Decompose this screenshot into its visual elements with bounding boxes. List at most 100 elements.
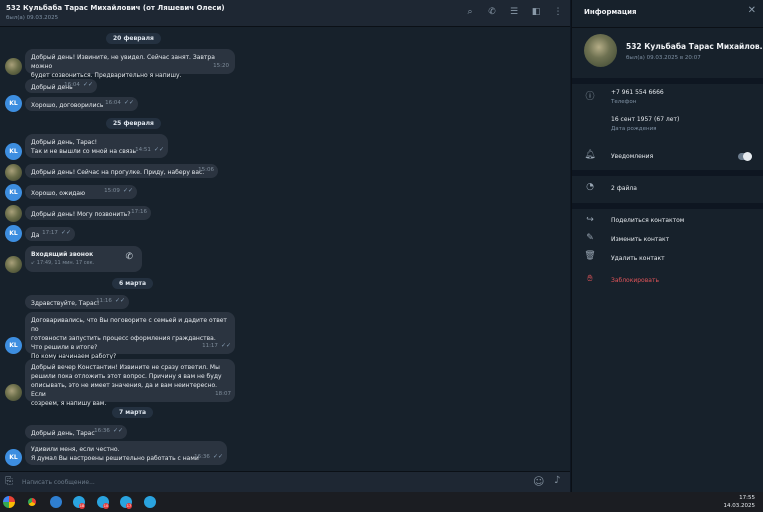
message-text: Добрый день! Сейчас на прогулке. Приду, … (31, 169, 205, 176)
date-separator: 20 февраля (106, 33, 161, 44)
profile-avatar[interactable] (584, 34, 617, 67)
avatar[interactable] (5, 58, 22, 75)
phone-label: Телефон (611, 99, 637, 105)
system-clock[interactable]: 17:55 14.03.2025 (724, 494, 756, 510)
chat-title[interactable]: 532 Кульбаба Тарас Михайлович (от Ляшеви… (6, 4, 225, 12)
message-bubble[interactable]: Хорошо, договорились 16:04 ✓✓ (25, 97, 138, 111)
avatar[interactable]: KL (5, 337, 22, 354)
microphone-icon[interactable]: ♪ (554, 475, 560, 486)
message-time: 15:20 (213, 63, 229, 69)
message-bubble[interactable]: Договаривались, что Вы поговорите с семь… (25, 312, 235, 360)
info-title: Информация (584, 8, 637, 16)
read-ticks-icon: ✓✓ (123, 99, 134, 106)
message-time: 16:04 ✓✓ (64, 81, 93, 88)
phone-icon[interactable]: ✆ (486, 6, 498, 18)
message-time: 18:07 (215, 391, 231, 397)
message-text: Что решили в итоге? (31, 344, 98, 351)
message-bubble[interactable]: Добрый вечер Константин! Извините не сра… (25, 359, 235, 407)
call-title: Входящий звонок (31, 251, 94, 258)
avatar[interactable]: KL (5, 449, 22, 466)
read-ticks-icon: ✓✓ (114, 297, 125, 304)
avatar[interactable]: KL (5, 225, 22, 242)
avatar[interactable] (5, 384, 22, 401)
date-separator: 6 марта (112, 278, 154, 289)
avatar[interactable] (5, 164, 22, 181)
message-bubble[interactable]: Добрый день, Тарас 16:36 ✓✓ (25, 425, 127, 439)
date-separator: 25 февраля (106, 118, 161, 129)
clock-date: 14.03.2025 (723, 503, 756, 509)
notifications-toggle[interactable] (738, 152, 752, 161)
sliders-icon[interactable]: ☰ (508, 6, 520, 18)
block-contact-button[interactable]: Заблокировать (611, 277, 659, 284)
read-ticks-icon: ✓✓ (212, 453, 223, 460)
call-detail: ↙ 17:49, 11 мин. 17 сек. (31, 260, 95, 266)
search-icon[interactable]: ⌕ (464, 6, 476, 18)
message-time: 11:17 ✓✓ (202, 342, 231, 349)
profile-last-seen: был(а) 09.03.2025 в 20:07 (626, 55, 701, 61)
share-icon: ↪ (586, 215, 594, 225)
clock-time: 17:55 (739, 495, 755, 501)
avatar[interactable] (5, 256, 22, 273)
share-contact-button[interactable]: Поделиться контактом (611, 217, 684, 224)
taskbar: 18 10 17 17:55 14.03.2025 (0, 492, 763, 512)
skype-icon[interactable] (50, 496, 62, 508)
delete-contact-button[interactable]: Удалить контакт (611, 255, 665, 262)
chrome-icon[interactable] (26, 496, 38, 508)
message-bubble[interactable]: Удивили меня, если честно. Я думал Вы на… (25, 441, 227, 465)
edit-contact-button[interactable]: Изменить контакт (611, 236, 669, 243)
info-panel: Информация ✕ 532 Кульбаба Тарас Михайлов… (571, 0, 763, 492)
avatar[interactable]: KL (5, 184, 22, 201)
file-icon: ◔ (586, 182, 594, 192)
message-text: Я думал Вы настроены решительно работать… (31, 455, 199, 462)
message-list[interactable]: 20 февраля Добрый день! Извините, не уви… (0, 27, 570, 471)
message-text: Удивили меня, если честно. (31, 446, 120, 453)
avatar[interactable] (5, 205, 22, 222)
read-ticks-icon: ✓✓ (122, 187, 133, 194)
chat-pane: 532 Кульбаба Тарас Михайлович (от Ляшеви… (0, 0, 570, 493)
message-bubble[interactable]: Хорошо, ожидаю 15:09 ✓✓ (25, 185, 137, 199)
read-ticks-icon: ✓✓ (153, 146, 164, 153)
files-link[interactable]: 2 файла (611, 185, 637, 192)
read-ticks-icon: ✓✓ (112, 427, 123, 434)
close-icon[interactable]: ✕ (748, 5, 756, 16)
message-text: Добрый вечер Константин! Извините не сра… (31, 364, 220, 371)
more-icon[interactable]: ⋮ (552, 6, 564, 18)
message-time: 14:51 ✓✓ (135, 146, 164, 153)
phone-number[interactable]: +7 961 554 6666 (611, 89, 664, 96)
message-bubble[interactable]: Добрый день, Тарас! Так и не вышли со мн… (25, 134, 168, 158)
unread-badge: 17 (126, 503, 132, 509)
message-bubble[interactable]: Добрый день! Сейчас на прогулке. Приду, … (25, 164, 218, 178)
bell-icon: 🔔︎ (584, 150, 596, 160)
message-text: описывать, это не имеет значения, да и в… (31, 382, 218, 398)
profile-name: 532 Кульбаба Тарас Михайлов... (626, 42, 763, 51)
attach-icon[interactable]: ⎘ (5, 476, 13, 487)
message-bubble[interactable]: Добрый день 16:04 ✓✓ (25, 79, 97, 93)
birthday: 16 сент 1957 (67 лет) (611, 116, 680, 123)
message-time: 15:06 (198, 167, 214, 173)
message-text: Добрый день! Могу позвонить? (31, 211, 131, 218)
message-time: 16:04 ✓✓ (105, 99, 134, 106)
message-time: 15:09 ✓✓ (104, 187, 133, 194)
message-text: Договаривались, что Вы поговорите с семь… (31, 317, 227, 333)
avatar[interactable]: KL (5, 143, 22, 160)
message-time: 11:16 ✓✓ (96, 297, 125, 304)
message-composer: ⎘ Написать сообщение... ☺ ♪ (0, 471, 570, 493)
message-input[interactable]: Написать сообщение... (22, 479, 95, 486)
telegram-icon[interactable] (144, 496, 156, 508)
date-separator: 7 марта (112, 407, 154, 418)
message-bubble[interactable]: Да 17:17 ✓✓ (25, 227, 75, 241)
avatar[interactable]: KL (5, 95, 22, 112)
trash-icon: 🗑︎ (584, 251, 596, 261)
sidebar-icon[interactable]: ◧ (530, 6, 542, 18)
message-bubble[interactable]: Добрый день! Могу позвонить? 17:16 (25, 206, 151, 220)
incoming-call-bubble[interactable]: Входящий звонок ↙ 17:49, 11 мин. 17 сек.… (25, 246, 142, 272)
info-icon: ⓘ (585, 92, 595, 102)
read-ticks-icon: ✓✓ (82, 81, 93, 88)
read-ticks-icon: ✓✓ (60, 229, 71, 236)
app-icon[interactable] (3, 496, 15, 508)
message-text: готовности запустить процесс оформления … (31, 335, 216, 342)
phone-icon[interactable]: ✆ (125, 253, 133, 262)
emoji-icon[interactable]: ☺ (533, 475, 544, 488)
message-bubble[interactable]: Добрый день! Извините, не увидел. Сейчас… (25, 49, 235, 79)
message-bubble[interactable]: Здравствуйте, Тарас! 11:16 ✓✓ (25, 295, 129, 309)
